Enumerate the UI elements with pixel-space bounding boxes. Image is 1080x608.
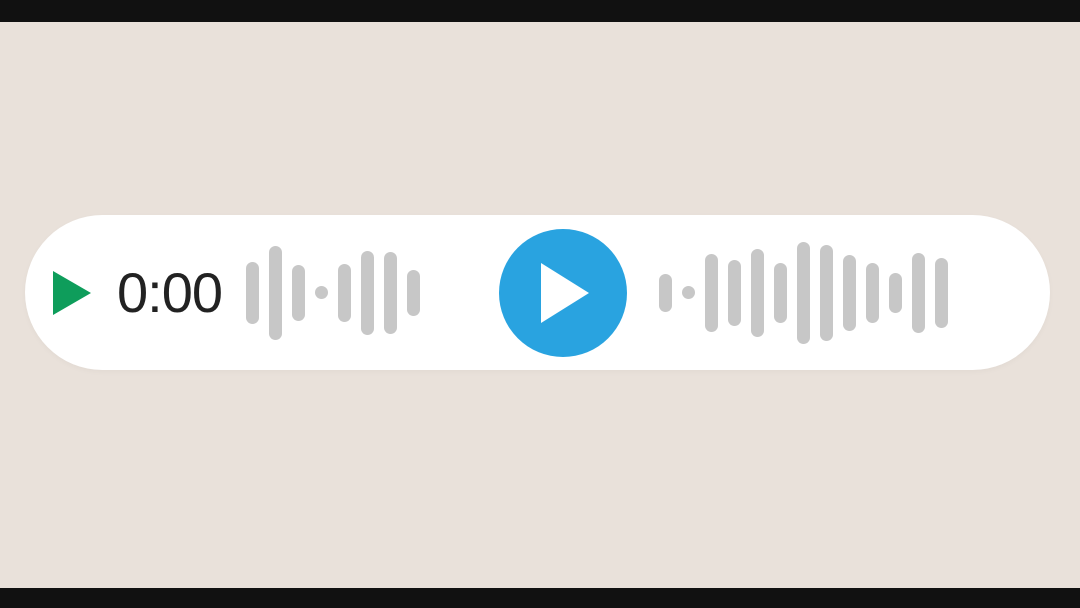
waveform-dot bbox=[315, 286, 328, 299]
waveform-bar bbox=[659, 274, 672, 312]
waveform-bar bbox=[407, 270, 420, 316]
waveform-bar bbox=[889, 273, 902, 313]
waveform-bar bbox=[797, 242, 810, 344]
play-button-small[interactable] bbox=[47, 268, 97, 318]
waveform-bar bbox=[338, 264, 351, 322]
play-icon bbox=[51, 269, 93, 317]
waveform-bar bbox=[912, 253, 925, 333]
waveform-bar bbox=[843, 255, 856, 331]
waveform-bar bbox=[269, 246, 282, 340]
waveform-bar bbox=[705, 254, 718, 332]
play-icon bbox=[535, 261, 591, 325]
waveform-dot bbox=[682, 286, 695, 299]
waveform-bar bbox=[774, 263, 787, 323]
waveform-bar bbox=[728, 260, 741, 326]
play-button-overlay[interactable] bbox=[499, 229, 627, 357]
waveform-bar bbox=[246, 262, 259, 324]
playback-time: 0:00 bbox=[117, 260, 222, 325]
waveform-bar bbox=[935, 258, 948, 328]
waveform-bar bbox=[751, 249, 764, 337]
waveform-left[interactable] bbox=[246, 215, 493, 370]
voice-message-bubble: 0:00 bbox=[25, 215, 1050, 370]
waveform-bar bbox=[292, 265, 305, 321]
waveform-right[interactable] bbox=[659, 215, 1021, 370]
waveform-bar bbox=[820, 245, 833, 341]
waveform-bar bbox=[384, 252, 397, 334]
waveform-bar bbox=[361, 251, 374, 335]
waveform-bar bbox=[866, 263, 879, 323]
